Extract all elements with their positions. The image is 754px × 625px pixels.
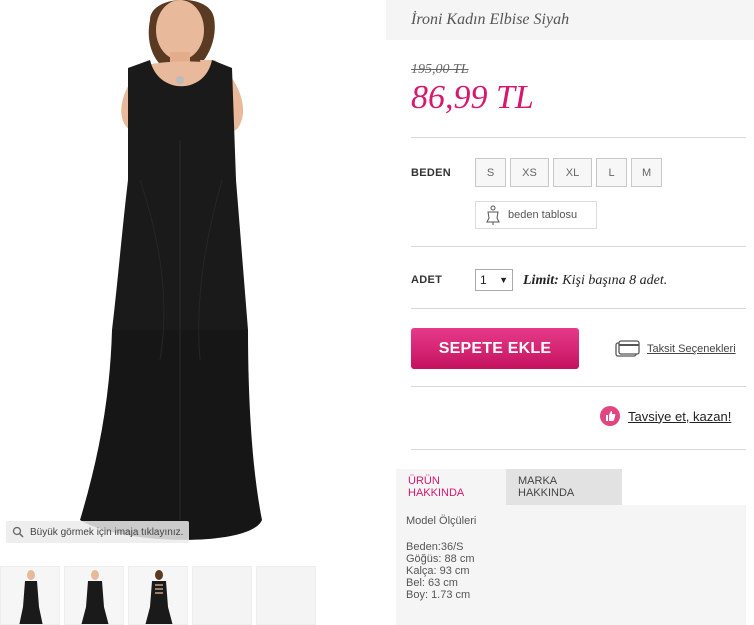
thumbs-up-icon — [600, 406, 620, 426]
size-option-xs[interactable]: XS — [510, 158, 549, 187]
divider — [411, 246, 746, 247]
recommend-label: Tavsiye et, kazan! — [628, 408, 732, 424]
limit-label: Limit: — [523, 273, 559, 288]
divider — [411, 137, 746, 138]
thumbnail-back[interactable] — [128, 566, 188, 625]
add-to-cart-button[interactable]: SEPETE EKLE — [411, 328, 579, 369]
thumbnail-strip — [0, 566, 385, 625]
magnifier-icon — [12, 526, 24, 538]
credit-card-icon — [615, 340, 640, 357]
model-measurements-heading: Model Ölçüleri — [406, 515, 477, 527]
main-product-image[interactable] — [0, 0, 385, 560]
size-option-l[interactable]: L — [596, 158, 627, 187]
thumbnail-empty — [192, 566, 252, 625]
divider — [411, 386, 746, 387]
measurement-height: Boy: 1.73 cm — [406, 589, 471, 601]
installment-label: Taksit Seçenekleri — [647, 343, 736, 355]
installment-options-link[interactable]: Taksit Seçenekleri — [615, 340, 736, 358]
divider — [411, 449, 746, 450]
tab-content: Model Ölçüleri Beden:36/S Göğüs: 88 cm K… — [396, 505, 746, 625]
zoom-hint-text: Büyük görmek için imaja tıklayınız. — [30, 526, 184, 538]
quantity-value: 1 — [480, 273, 487, 287]
size-table-label: beden tablosu — [508, 209, 578, 221]
old-price: 195,00 TL — [411, 62, 469, 77]
tab-brand-info[interactable]: MARKA HAKKINDA — [506, 469, 622, 505]
measurement-hip: Kalça: 93 cm — [406, 565, 470, 577]
dropdown-arrow-icon: ▼ — [499, 275, 508, 285]
size-table-button[interactable]: beden tablosu — [475, 201, 597, 229]
title-bar: İroni Kadın Elbise Siyah — [386, 0, 754, 40]
product-gallery: Büyük görmek için imaja tıklayınız. — [0, 0, 385, 625]
size-option-xl[interactable]: XL — [553, 158, 592, 187]
dress-illustration — [0, 0, 385, 560]
thumbnail-front-pose[interactable] — [64, 566, 124, 625]
recommend-link[interactable]: Tavsiye et, kazan! — [600, 406, 731, 426]
product-title: İroni Kadın Elbise Siyah — [411, 11, 570, 28]
quantity-select[interactable]: 1 ▼ — [475, 269, 513, 291]
divider — [411, 308, 746, 309]
thumbnail-image — [65, 567, 123, 624]
size-options: S XS XL L M — [475, 158, 663, 187]
size-label: BEDEN — [411, 167, 452, 179]
thumbnail-front[interactable] — [0, 566, 60, 625]
thumbnail-image — [1, 567, 59, 624]
limit-text: Kişi başına 8 adet. — [558, 273, 668, 288]
size-option-m[interactable]: M — [631, 158, 663, 187]
measurement-waist: Bel: 63 cm — [406, 577, 458, 589]
price-block: 195,00 TL 86,99 TL — [411, 62, 534, 116]
measurement-chest: Göğüs: 88 cm — [406, 553, 475, 565]
details-tabs: ÜRÜN HAKKINDA MARKA HAKKINDA Model Ölçül… — [396, 469, 746, 625]
tab-product-info[interactable]: ÜRÜN HAKKINDA — [396, 469, 506, 505]
size-option-s[interactable]: S — [475, 158, 506, 187]
purchase-limit: Limit: Kişi başına 8 adet. — [523, 273, 667, 289]
measurement-size: Beden:36/S — [406, 541, 464, 553]
product-info: İroni Kadın Elbise Siyah 195,00 TL 86,99… — [386, 0, 754, 625]
tab-bar: ÜRÜN HAKKINDA MARKA HAKKINDA — [396, 469, 746, 505]
current-price: 86,99 TL — [411, 79, 534, 116]
quantity-label: ADET — [411, 274, 443, 286]
thumbnail-empty — [256, 566, 316, 625]
mannequin-icon — [486, 205, 500, 225]
thumbnail-image — [129, 567, 187, 624]
zoom-hint: Büyük görmek için imaja tıklayınız. — [6, 521, 190, 543]
